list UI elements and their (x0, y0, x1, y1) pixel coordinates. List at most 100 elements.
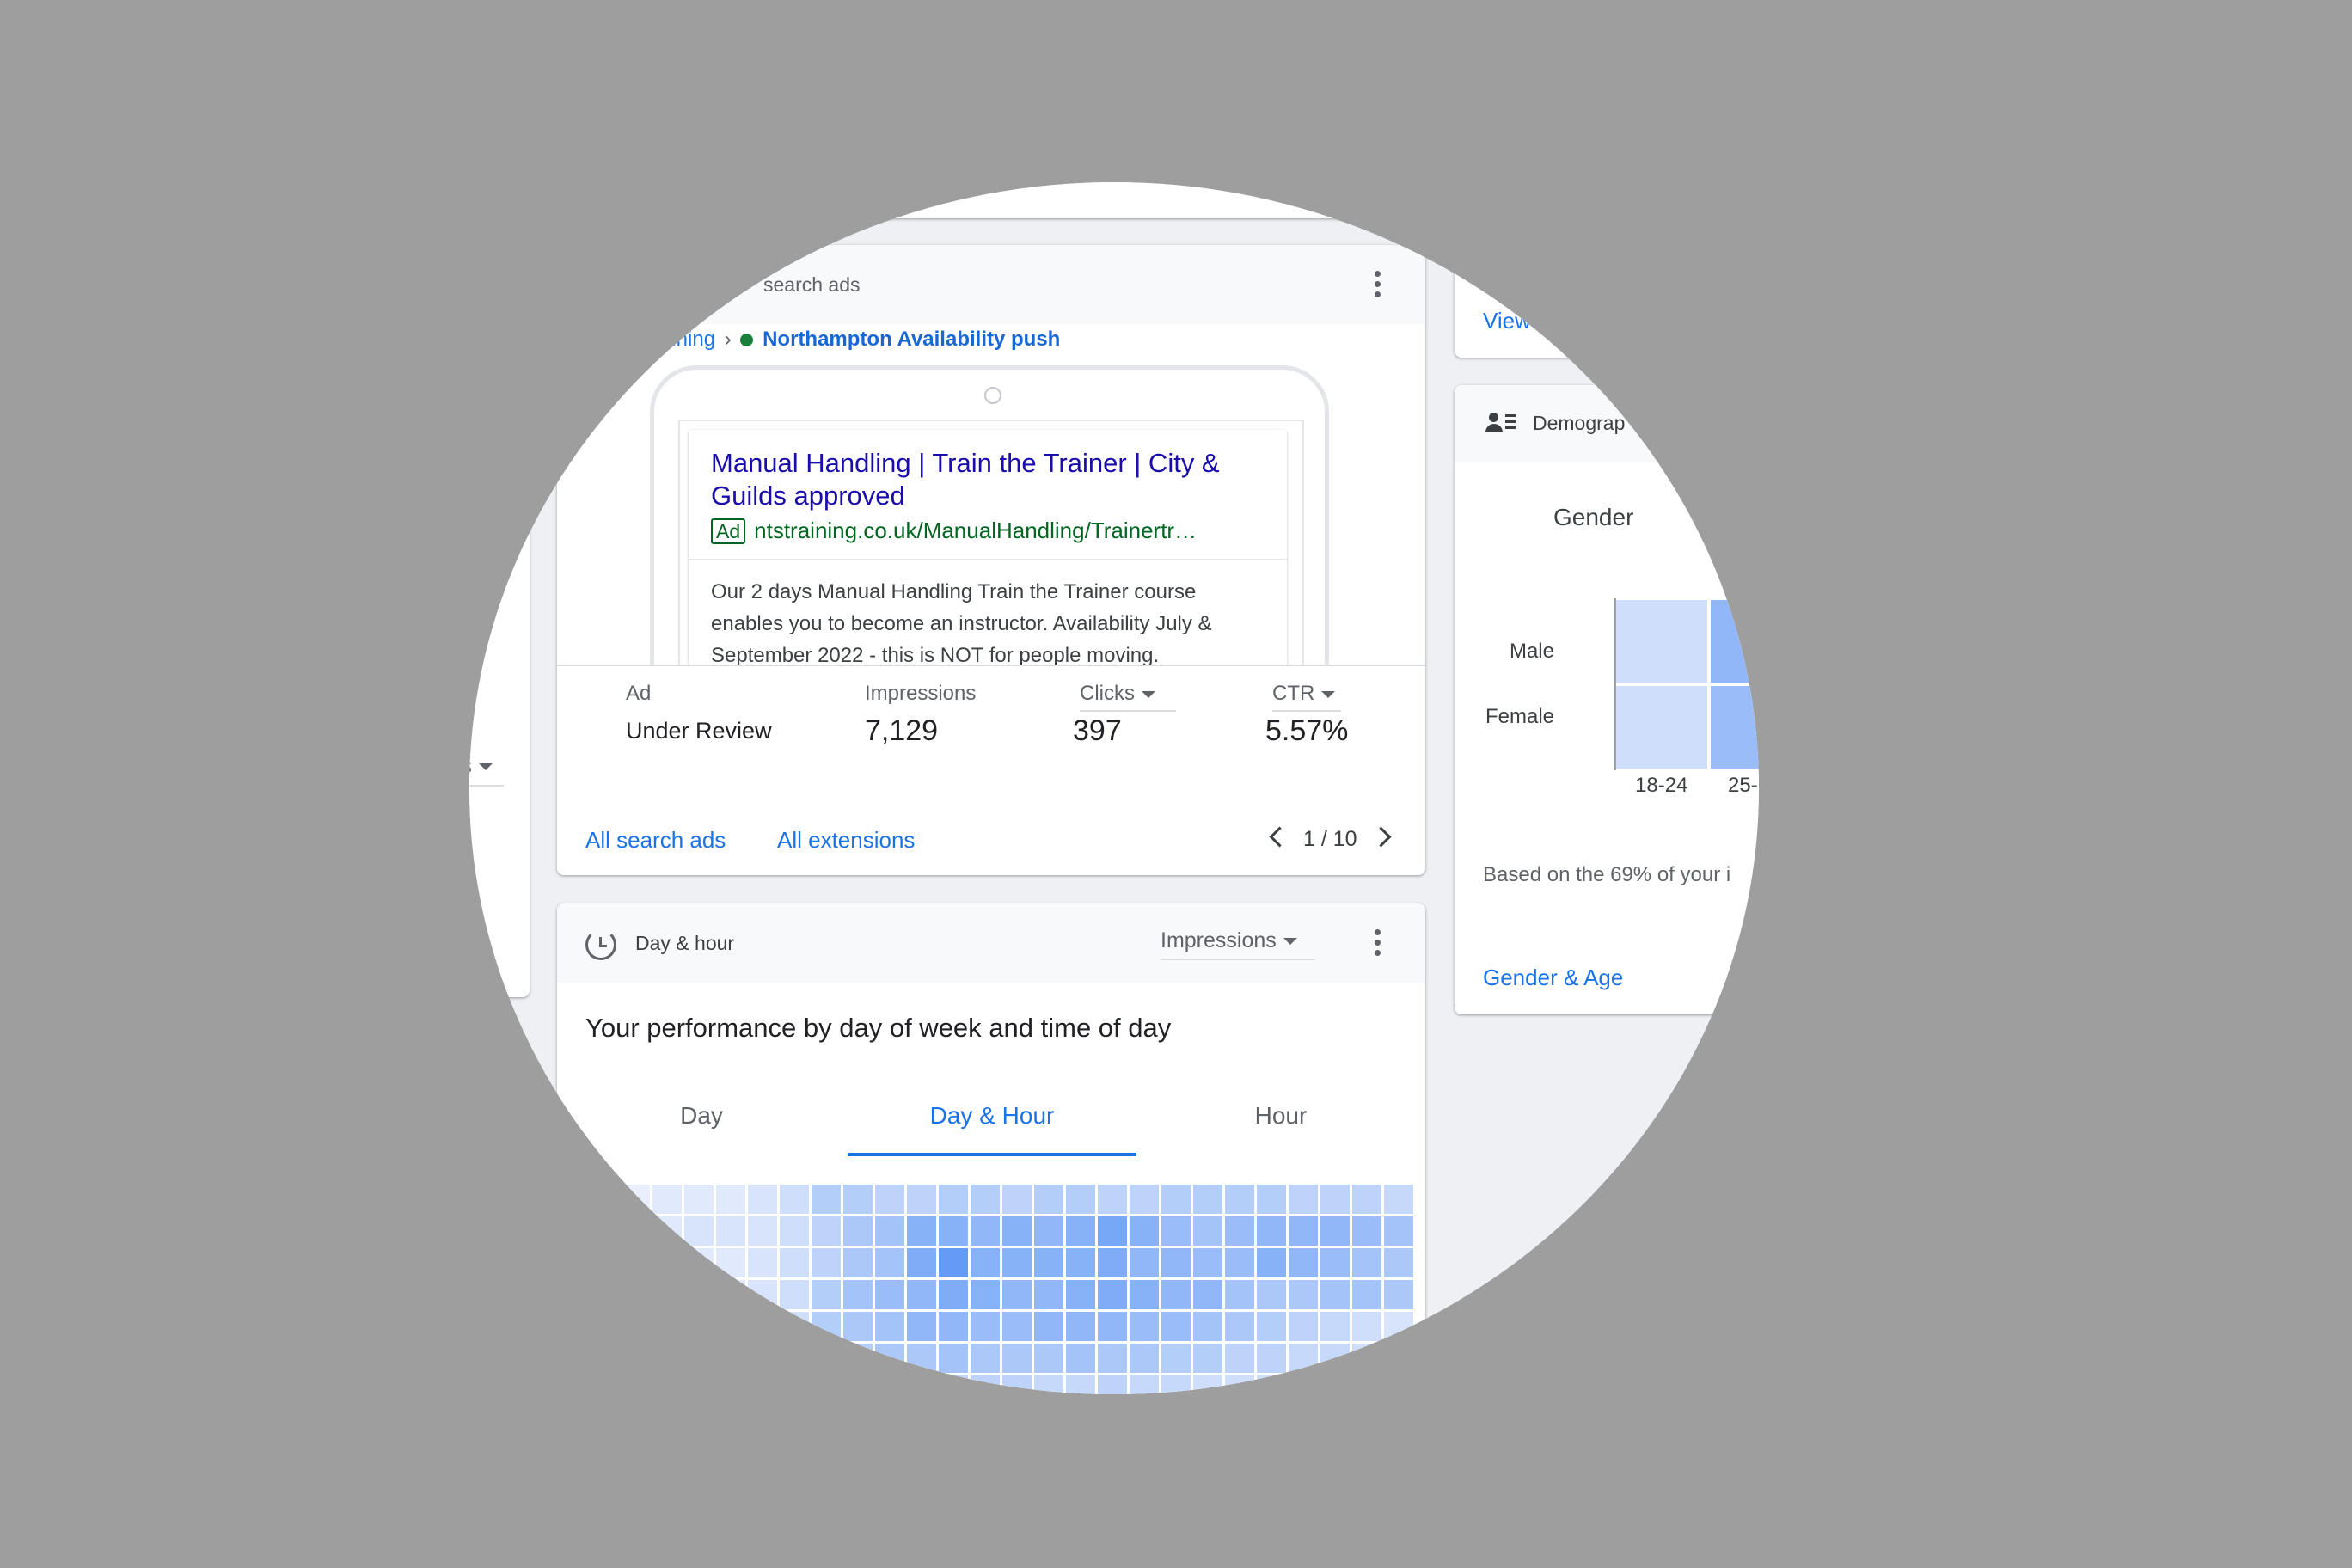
heatmap-cell[interactable] (780, 1185, 809, 1214)
heatmap-cell[interactable] (812, 1312, 841, 1341)
heatmap-cell[interactable] (812, 1185, 841, 1214)
heatmap-cell[interactable] (843, 1216, 873, 1246)
heatmap-cell[interactable] (1384, 1344, 1413, 1373)
heatmap-cell[interactable] (1066, 1185, 1095, 1214)
heatmap-cell[interactable] (621, 1375, 650, 1394)
heatmap-cell[interactable] (652, 1375, 682, 1394)
heatmap-cell[interactable] (1257, 1248, 1286, 1277)
heatmap-cell[interactable] (716, 1216, 745, 1246)
heatmap-cell[interactable] (1002, 1248, 1032, 1277)
heatmap-cell[interactable] (1002, 1312, 1032, 1341)
heatmap-cell[interactable] (1161, 1248, 1191, 1277)
heatmap-cell[interactable] (1289, 1375, 1318, 1394)
heatmap-cell[interactable] (1193, 1216, 1222, 1246)
heatmap-cell[interactable] (748, 1216, 777, 1246)
heatmap-cell[interactable] (780, 1312, 809, 1341)
breadcrumb-campaign[interactable]: aining (660, 328, 715, 351)
day-hour-more-icon[interactable] (1369, 926, 1386, 960)
heatmap-cell[interactable] (621, 1216, 650, 1246)
heatmap-cell[interactable] (939, 1312, 968, 1341)
heatmap-cell[interactable] (684, 1280, 714, 1309)
heatmap-cell[interactable] (1225, 1375, 1254, 1394)
heatmap-cell[interactable] (1193, 1375, 1222, 1394)
heatmap-cell[interactable] (684, 1248, 714, 1277)
heatmap-cell[interactable] (1193, 1185, 1222, 1214)
heatmap-cell[interactable] (1225, 1344, 1254, 1373)
heatmap-cell[interactable] (1002, 1216, 1032, 1246)
heatmap-cell[interactable] (1034, 1312, 1063, 1341)
heatmap-cell[interactable] (1384, 1185, 1413, 1214)
gender-age-cell[interactable] (1616, 686, 1707, 769)
heatmap-cell[interactable] (621, 1248, 650, 1277)
ad-headline[interactable]: Manual Handling | Train the Trainer | Ci… (711, 447, 1278, 512)
heatmap-cell[interactable] (1130, 1216, 1159, 1246)
heatmap-cell[interactable] (875, 1248, 904, 1277)
heatmap-cell[interactable] (1161, 1312, 1191, 1341)
heatmap-cell[interactable] (1161, 1216, 1191, 1246)
heatmap-cell[interactable] (1225, 1280, 1254, 1309)
gender-age-cell[interactable] (1711, 686, 1759, 769)
heatmap-cell[interactable] (971, 1344, 1000, 1373)
heatmap-cell[interactable] (1098, 1280, 1127, 1309)
prev-page-icon[interactable] (1269, 826, 1290, 848)
heatmap-cell[interactable] (1034, 1248, 1063, 1277)
heatmap-cell[interactable] (652, 1344, 682, 1373)
heatmap-cell[interactable] (1161, 1375, 1191, 1394)
heatmap-cell[interactable] (652, 1280, 682, 1309)
heatmap-cell[interactable] (1289, 1344, 1318, 1373)
heatmap-cell[interactable] (939, 1185, 968, 1214)
heatmap-cell[interactable] (1193, 1248, 1222, 1277)
heatmap-cell[interactable] (1384, 1248, 1413, 1277)
heatmap-cell[interactable] (1320, 1216, 1350, 1246)
heatmap-cell[interactable] (843, 1312, 873, 1341)
heatmap-cell[interactable] (875, 1344, 904, 1373)
heatmap-cell[interactable] (907, 1248, 936, 1277)
heatmap-cell[interactable] (939, 1280, 968, 1309)
heatmap-cell[interactable] (1066, 1248, 1095, 1277)
heatmap-cell[interactable] (1130, 1344, 1159, 1373)
metric-select[interactable]: Impressions (1161, 928, 1297, 953)
heatmap-cell[interactable] (1066, 1280, 1095, 1309)
heatmap-cell[interactable] (748, 1248, 777, 1277)
heatmap-cell[interactable] (1066, 1344, 1095, 1373)
heatmap-cell[interactable] (1320, 1280, 1350, 1309)
gender-age-cell[interactable] (1616, 600, 1707, 683)
heatmap-cell[interactable] (812, 1280, 841, 1309)
heatmap-cell[interactable] (1257, 1280, 1286, 1309)
heatmap-cell[interactable] (1320, 1375, 1350, 1394)
heatmap-cell[interactable] (875, 1216, 904, 1246)
heatmap-cell[interactable] (843, 1185, 873, 1214)
heatmap-cell[interactable] (748, 1280, 777, 1309)
heatmap-cell[interactable] (843, 1248, 873, 1277)
heatmap-cell[interactable] (1130, 1312, 1159, 1341)
heatmap-cell[interactable] (812, 1344, 841, 1373)
heatmap-cell[interactable] (1352, 1216, 1381, 1246)
heatmap-cell[interactable] (812, 1216, 841, 1246)
heatmap-cell[interactable] (907, 1280, 936, 1309)
heatmap-cell[interactable] (875, 1280, 904, 1309)
heatmap-cell[interactable] (907, 1375, 936, 1394)
heatmap-cell[interactable] (1257, 1185, 1286, 1214)
heatmap-cell[interactable] (971, 1185, 1000, 1214)
heatmap-cell[interactable] (652, 1248, 682, 1277)
tab-hour[interactable]: Hour (1136, 1102, 1425, 1130)
heatmap-cell[interactable] (971, 1248, 1000, 1277)
heatmap-cell[interactable] (875, 1375, 904, 1394)
heatmap-cell[interactable] (907, 1185, 936, 1214)
heatmap-cell[interactable] (684, 1344, 714, 1373)
heatmap-cell[interactable] (1034, 1216, 1063, 1246)
heatmap-cell[interactable] (1034, 1375, 1063, 1394)
heatmap-cell[interactable] (1289, 1216, 1318, 1246)
heatmap-cell[interactable] (621, 1185, 650, 1214)
heatmap-cell[interactable] (1098, 1312, 1127, 1341)
heatmap-cell[interactable] (1384, 1375, 1413, 1394)
heatmap-cell[interactable] (1352, 1375, 1381, 1394)
heatmap-cell[interactable] (1193, 1344, 1222, 1373)
heatmap-cell[interactable] (843, 1375, 873, 1394)
gender-age-link[interactable]: Gender & Age (1483, 965, 1623, 991)
heatmap-cell[interactable] (907, 1216, 936, 1246)
heatmap-cell[interactable] (1225, 1312, 1254, 1341)
heatmap-cell[interactable] (716, 1312, 745, 1341)
heatmap-cell[interactable] (716, 1248, 745, 1277)
heatmap-cell[interactable] (939, 1248, 968, 1277)
